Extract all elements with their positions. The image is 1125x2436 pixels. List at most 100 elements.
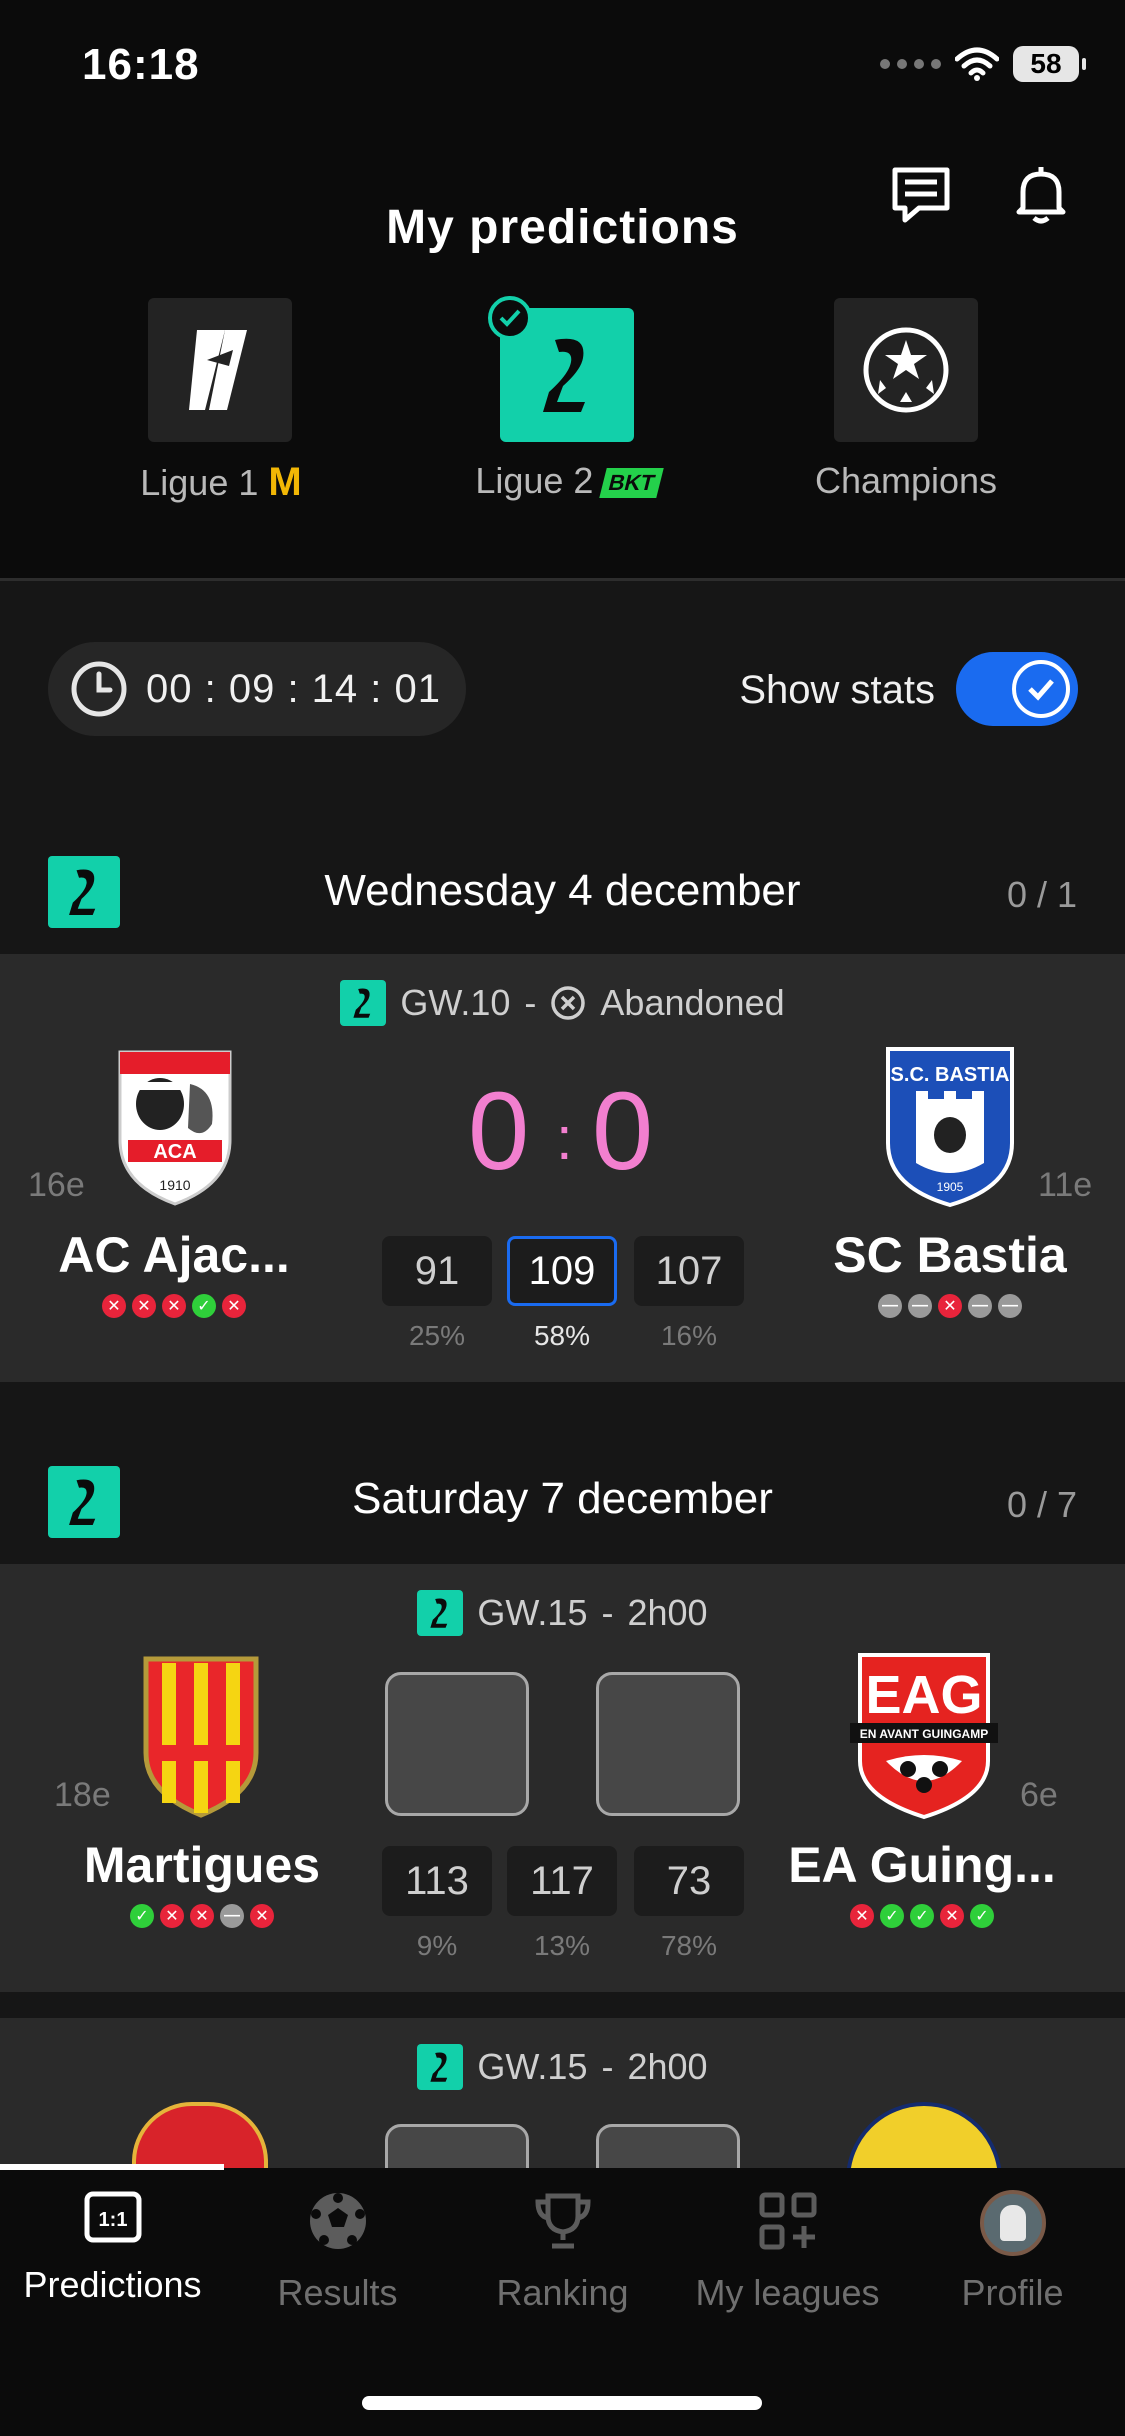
form-loss-icon: ✕ (250, 1904, 274, 1928)
bell-icon[interactable] (1006, 160, 1076, 230)
grid-plus-icon (759, 2192, 816, 2250)
match-info: GW.15 - 2h00 (0, 1590, 1125, 1636)
home-score-input[interactable] (385, 1672, 529, 1816)
champions-league-logo-icon (863, 327, 949, 413)
mcdonalds-logo-icon: M (268, 460, 302, 504)
form-loss-icon: ✕ (940, 1904, 964, 1928)
odd-away[interactable]: 107 (634, 1236, 744, 1306)
tab-label: My leagues (695, 2272, 880, 2313)
chat-icon[interactable] (886, 160, 956, 230)
form-loss-icon: ✕ (102, 1294, 126, 1318)
competition-ligue1-tile[interactable] (148, 298, 292, 442)
competition-champions-tile[interactable] (834, 298, 978, 442)
pau-crest-icon (846, 2102, 1002, 2168)
separator: - (601, 2046, 614, 2087)
ajaccio-crest-year: 1910 (159, 1177, 190, 1193)
competition-ligue2-label[interactable]: Ligue 2 BKT (458, 460, 678, 502)
match-info: GW.15 - 2h00 (0, 2044, 1125, 2090)
bkt-logo-icon: BKT (599, 468, 665, 499)
tab-predictions[interactable]: 1:1 Predictions (0, 2190, 225, 2306)
timer-value: 00 : 09 : 14 : 01 (146, 666, 441, 711)
day-prediction-count: 0 / 7 (1006, 1484, 1077, 1525)
abandoned-icon (551, 986, 586, 1020)
pct-away: 78% (660, 1930, 718, 1961)
svg-text:1:1: 1:1 (98, 2209, 127, 2231)
home-score: 0 (468, 1070, 530, 1193)
pct-away: 16% (660, 1320, 718, 1351)
tab-my-leagues[interactable]: My leagues (675, 2190, 900, 2314)
form-loss-icon: ✕ (938, 1294, 962, 1318)
away-rank: 6e (1020, 1776, 1058, 1814)
competition-ligue1-label[interactable]: Ligue 1 M (116, 460, 326, 505)
ajaccio-crest-icon: ACA 1910 (110, 1042, 240, 1210)
wifi-icon (955, 47, 999, 81)
tab-profile[interactable]: Profile (900, 2190, 1125, 2314)
gameweek: GW.15 (477, 2046, 588, 2087)
tab-scroll-indicator (0, 2164, 224, 2170)
home-team-name[interactable]: Martigues (32, 1836, 372, 1894)
guingamp-crest-icon: EAG EN AVANT GUINGAMP (846, 1650, 1002, 1822)
form-draw-icon: — (878, 1294, 902, 1318)
day-title: Saturday 7 december (352, 1474, 773, 1523)
away-team-name[interactable]: EA Guing... (752, 1836, 1092, 1894)
ligue2-mini-icon (340, 980, 387, 1026)
day-title: Wednesday 4 december (324, 866, 801, 915)
odd-home[interactable]: 113 (382, 1846, 492, 1916)
status-indicators: 58 (880, 46, 1086, 82)
form-loss-icon: ✕ (160, 1904, 184, 1928)
match-info: GW.10 - Abandoned (0, 980, 1125, 1026)
eag-crest-text: EAG (865, 1665, 982, 1725)
pct-home: 9% (416, 1930, 458, 1961)
away-team-name[interactable]: SC Bastia (780, 1226, 1120, 1284)
page-title: My predictions (386, 201, 739, 254)
home-team-name[interactable]: AC Ajac... (4, 1226, 344, 1284)
home-score-input[interactable] (385, 2124, 529, 2168)
away-score: 0 (592, 1070, 654, 1193)
match-status: Abandoned (600, 982, 785, 1023)
ligue2-mini-icon (417, 1590, 464, 1636)
form-draw-icon: — (968, 1294, 992, 1318)
tab-label: Predictions (23, 2264, 202, 2305)
form-win-icon: ✓ (970, 1904, 994, 1928)
ajaccio-crest-text: ACA (153, 1141, 196, 1163)
ligue2-mini-icon (417, 2044, 464, 2090)
toggle-check-icon (1012, 660, 1070, 718)
pct-home: 25% (408, 1320, 466, 1351)
away-rank: 11e (1038, 1166, 1093, 1204)
score-icon: 1:1 (84, 2191, 141, 2243)
ligue2-logo-icon (543, 338, 585, 412)
separator: - (601, 1592, 614, 1633)
home-rank: 16e (28, 1166, 85, 1204)
away-form: — — ✕ — — (780, 1294, 1120, 1318)
match-card[interactable] (0, 2018, 1125, 2168)
gameweek: GW.15 (477, 1592, 588, 1633)
separator: - (524, 982, 537, 1023)
status-time: 16:18 (82, 40, 200, 89)
competition-champions-label[interactable]: Champions (806, 460, 1006, 502)
countdown-timer: 00 : 09 : 14 : 01 (48, 642, 466, 736)
bastia-crest-year: 1905 (937, 1180, 964, 1194)
odd-home[interactable]: 91 (382, 1236, 492, 1306)
score-separator: : (556, 1105, 573, 1172)
show-stats-toggle[interactable] (956, 652, 1078, 726)
bastia-crest-icon: S.C. BASTIA 1905 (880, 1042, 1020, 1210)
tab-label: Ranking (496, 2272, 629, 2313)
home-indicator[interactable] (362, 2396, 762, 2410)
tab-results[interactable]: Results (225, 2190, 450, 2314)
show-stats-label: Show stats (739, 668, 935, 712)
kickoff-time: 2h00 (627, 2046, 708, 2087)
tab-ranking[interactable]: Ranking (450, 2190, 675, 2314)
home-form: ✕ ✕ ✕ ✓ ✕ (4, 1294, 344, 1318)
away-score-input[interactable] (596, 1672, 740, 1816)
form-draw-icon: — (908, 1294, 932, 1318)
form-win-icon: ✓ (910, 1904, 934, 1928)
gameweek: GW.10 (400, 982, 511, 1023)
avatar-icon (979, 2190, 1046, 2256)
odd-away[interactable]: 73 (634, 1846, 744, 1916)
bastia-crest-text: S.C. BASTIA (891, 1064, 1010, 1086)
away-score-input[interactable] (596, 2124, 740, 2168)
form-draw-icon: — (998, 1294, 1022, 1318)
form-win-icon: ✓ (880, 1904, 904, 1928)
odd-draw[interactable]: 109 (507, 1236, 617, 1306)
odd-draw[interactable]: 117 (507, 1846, 617, 1916)
